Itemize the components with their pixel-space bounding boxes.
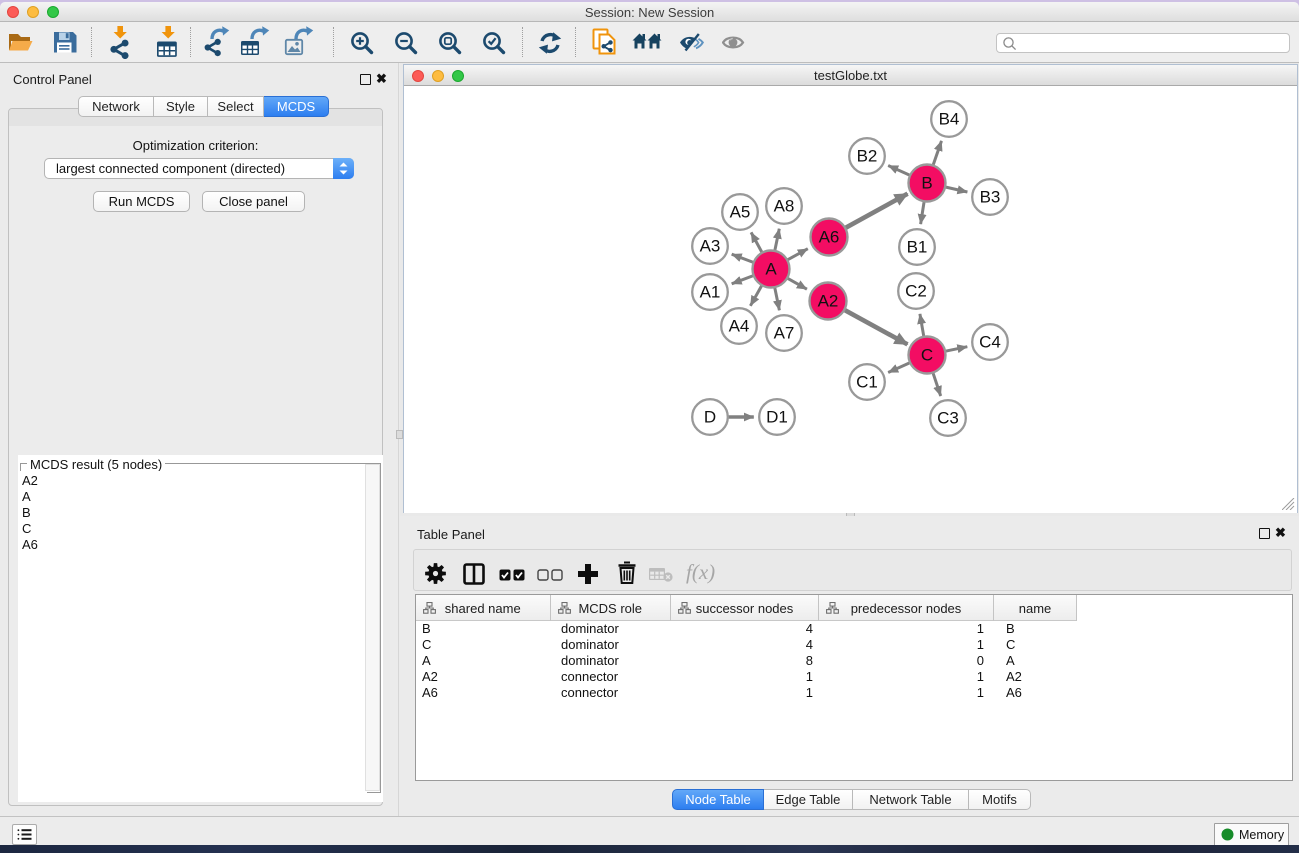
svg-text:C3: C3 (937, 409, 959, 428)
svg-text:C2: C2 (905, 282, 927, 301)
svg-text:A2: A2 (818, 292, 839, 311)
svg-text:A3: A3 (700, 237, 721, 256)
svg-text:D1: D1 (766, 408, 788, 427)
svg-text:B1: B1 (907, 238, 928, 257)
svg-text:C4: C4 (979, 333, 1001, 352)
svg-text:A5: A5 (730, 203, 751, 222)
svg-text:A: A (765, 260, 777, 279)
svg-text:B2: B2 (857, 147, 878, 166)
svg-text:A7: A7 (774, 324, 795, 343)
svg-text:C: C (921, 346, 933, 365)
svg-text:A8: A8 (774, 197, 795, 216)
svg-text:A4: A4 (729, 317, 750, 336)
svg-text:C1: C1 (856, 373, 878, 392)
svg-text:B3: B3 (980, 188, 1001, 207)
svg-text:A1: A1 (700, 283, 721, 302)
svg-text:B4: B4 (939, 110, 960, 129)
svg-text:B: B (921, 174, 932, 193)
svg-text:D: D (704, 408, 716, 427)
svg-text:A6: A6 (819, 228, 840, 247)
